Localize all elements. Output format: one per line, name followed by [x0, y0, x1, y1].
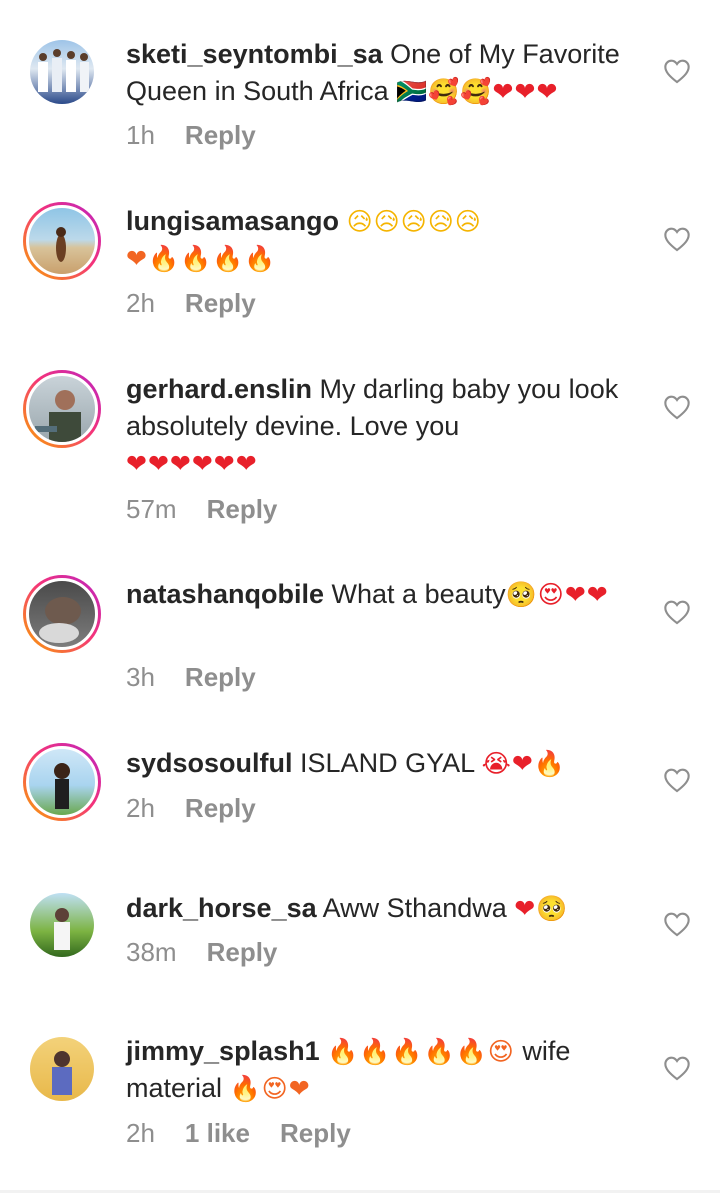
- avatar-photo: [26, 205, 98, 277]
- comment-meta: 57m Reply: [126, 494, 277, 525]
- avatar-photo: [54, 908, 70, 950]
- likes-count[interactable]: 1 like: [185, 1118, 250, 1148]
- comment-emoji: 🥺😍❤❤: [505, 580, 609, 609]
- reply-button[interactable]: Reply: [207, 494, 278, 524]
- avatar-photo: [38, 49, 89, 92]
- comment-time: 2h: [126, 288, 155, 318]
- comment-time: 2h: [126, 1118, 155, 1148]
- avatar[interactable]: [30, 1037, 94, 1101]
- comment-username[interactable]: jimmy_splash1: [126, 1036, 320, 1066]
- comment-emoji: 🔥🔥🔥🔥🔥😍: [327, 1037, 515, 1066]
- avatar[interactable]: [23, 743, 101, 821]
- comment-time: 38m: [126, 937, 177, 967]
- avatar-photo: [26, 578, 98, 650]
- avatar-photo: [26, 746, 98, 818]
- reply-button[interactable]: Reply: [207, 937, 278, 967]
- comment-text: sketi_seyntombi_sa One of My Favorite Qu…: [126, 36, 636, 110]
- reply-button[interactable]: Reply: [185, 120, 256, 150]
- comment-body: ISLAND GYAL: [292, 748, 482, 778]
- heart-outline-icon[interactable]: [663, 226, 691, 252]
- comment-text: lungisamasango 😥😥😥😥😥 ❤🔥🔥🔥🔥: [126, 203, 636, 277]
- comment-username[interactable]: lungisamasango: [126, 206, 339, 236]
- avatar[interactable]: [23, 370, 101, 448]
- comment-body: What a beauty: [324, 579, 506, 609]
- avatar-photo: [26, 373, 98, 445]
- comment-username[interactable]: sydsosoulful: [126, 748, 293, 778]
- comment-emoji: 🔥😍❤: [229, 1074, 311, 1103]
- comment-username[interactable]: sketi_seyntombi_sa: [126, 39, 383, 69]
- comment-meta: 2h Reply: [126, 288, 256, 319]
- comment-time: 1h: [126, 120, 155, 150]
- comment-body: [339, 206, 347, 236]
- comment-username[interactable]: gerhard.enslin: [126, 374, 312, 404]
- comment-body: Aww Sthandwa: [316, 893, 515, 923]
- avatar[interactable]: [23, 202, 101, 280]
- reply-button[interactable]: Reply: [185, 793, 256, 823]
- comment-username[interactable]: dark_horse_sa: [126, 893, 317, 923]
- reply-button[interactable]: Reply: [185, 288, 256, 318]
- comment-meta: 38m Reply: [126, 937, 277, 968]
- comment-emoji: ❤❤❤❤❤❤: [126, 449, 258, 478]
- heart-outline-icon[interactable]: [663, 599, 691, 625]
- heart-outline-icon[interactable]: [663, 394, 691, 420]
- avatar[interactable]: [30, 893, 94, 957]
- comment-time: 3h: [126, 662, 155, 692]
- heart-outline-icon[interactable]: [663, 911, 691, 937]
- comment-emoji: 🇿🇦🥰🥰❤❤❤: [396, 77, 559, 106]
- avatar[interactable]: [23, 575, 101, 653]
- comment-emoji: 😥😥😥😥😥: [346, 207, 482, 236]
- avatar[interactable]: [30, 40, 94, 104]
- comment-emoji: ❤🥺: [514, 894, 569, 923]
- comment-time: 2h: [126, 793, 155, 823]
- comment-username[interactable]: natashanqobile: [126, 579, 324, 609]
- comment-text: sydsosoulful ISLAND GYAL 😭❤🔥: [126, 745, 636, 782]
- comment-meta: 1h Reply: [126, 120, 256, 151]
- comment-text: dark_horse_sa Aww Sthandwa ❤🥺: [126, 890, 636, 927]
- comment-text: gerhard.enslin My darling baby you look …: [126, 371, 636, 482]
- comment-text: jimmy_splash1 🔥🔥🔥🔥🔥😍 wife material 🔥😍❤: [126, 1033, 636, 1107]
- comment-time: 57m: [126, 494, 177, 524]
- comment-meta: 3h Reply: [126, 662, 256, 693]
- heart-outline-icon[interactable]: [663, 1055, 691, 1081]
- heart-outline-icon[interactable]: [663, 58, 691, 84]
- comment-emoji: ❤🔥🔥🔥🔥: [126, 244, 277, 273]
- comment-body: [320, 1036, 328, 1066]
- comment-text: natashanqobile What a beauty🥺😍❤❤: [126, 576, 636, 613]
- avatar-photo: [52, 1051, 72, 1095]
- heart-outline-icon[interactable]: [663, 767, 691, 793]
- comment-meta: 2h 1 like Reply: [126, 1118, 351, 1149]
- comment-meta: 2h Reply: [126, 793, 256, 824]
- reply-button[interactable]: Reply: [280, 1118, 351, 1148]
- comment-emoji: 😭❤🔥: [481, 749, 566, 778]
- reply-button[interactable]: Reply: [185, 662, 256, 692]
